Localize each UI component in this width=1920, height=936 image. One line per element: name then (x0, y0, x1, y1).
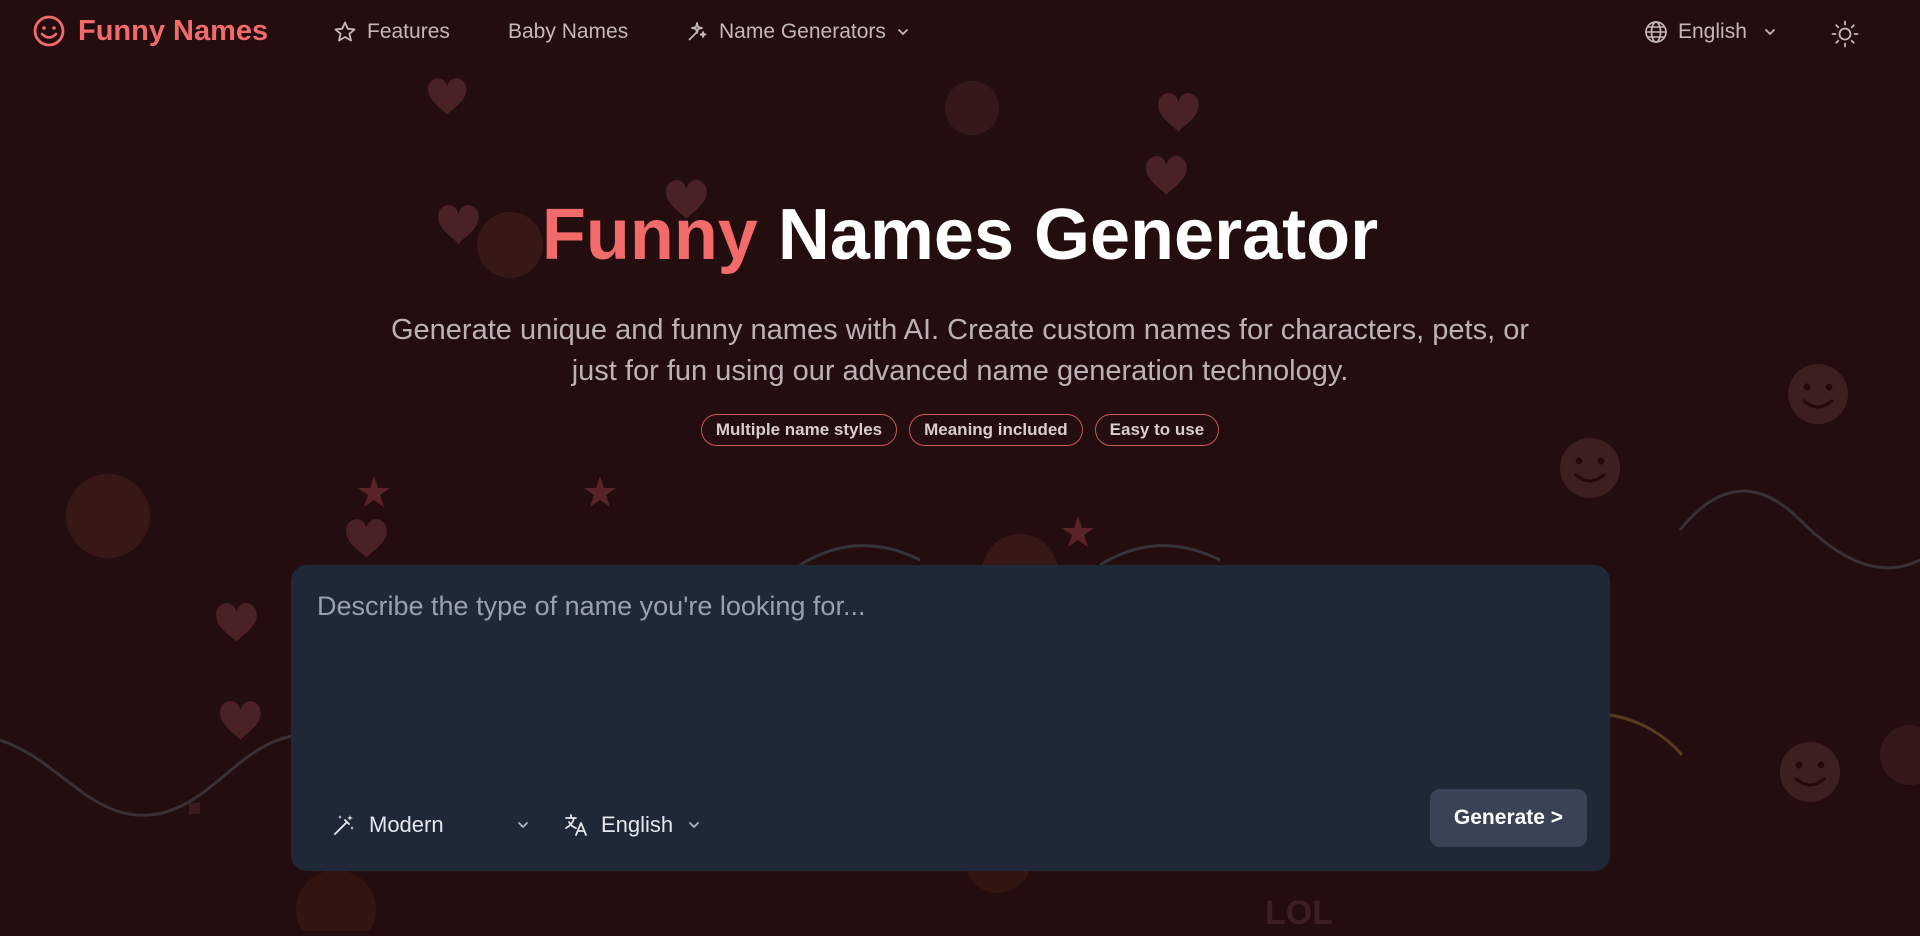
title-accent: Funny (541, 195, 758, 275)
language-selector[interactable]: English (1644, 20, 1777, 44)
feature-badge: Meaning included (909, 414, 1083, 446)
smiley-logo-icon (33, 15, 65, 47)
language-select[interactable]: English (563, 803, 701, 847)
logo-link[interactable]: Funny Names (32, 14, 268, 48)
globe-icon (1645, 21, 1667, 43)
top-nav: Funny Names Features Baby Names Name Gen… (0, 0, 1920, 68)
language-label: English (1678, 20, 1747, 43)
title-rest: Names Generator (777, 195, 1379, 275)
chevron-down-icon (689, 822, 700, 829)
feature-badges: Multiple name styles Meaning included Ea… (0, 414, 1920, 446)
name-description-input[interactable] (315, 589, 1589, 783)
chevron-down-icon (898, 29, 908, 36)
nav-features[interactable]: Features (333, 20, 450, 44)
magic-wand-icon (334, 815, 354, 835)
nav-name-generators[interactable]: Name Generators (685, 20, 910, 44)
translate-icon (565, 814, 587, 836)
hero-subtitle: Generate unique and funny names with AI.… (390, 314, 1530, 387)
theme-toggle-button[interactable] (1830, 19, 1860, 49)
feature-badge: Easy to use (1094, 414, 1220, 446)
generator-panel: Modern English Generate > (291, 565, 1610, 871)
nav-baby-names-label: Baby Names (508, 20, 629, 43)
decor-lol-text: LOL (1265, 894, 1333, 931)
feature-badge: Multiple name styles (700, 414, 898, 446)
sparkle-icon (688, 22, 707, 41)
page-title: Funny Names Generator (0, 192, 1920, 278)
nav-baby-names[interactable]: Baby Names (508, 20, 628, 44)
nav-name-generators-label: Name Generators (719, 20, 886, 43)
style-select-value: Modern (369, 812, 444, 837)
nav-features-label: Features (367, 20, 450, 43)
chevron-down-icon (517, 822, 528, 829)
generate-button[interactable]: Generate > (1430, 789, 1587, 847)
chevron-down-icon (1764, 29, 1775, 36)
sun-icon (1831, 20, 1859, 48)
style-select[interactable]: Modern (331, 803, 530, 847)
star-icon (334, 21, 356, 42)
logo-text: Funny Names (78, 14, 269, 47)
language-select-value: English (601, 812, 674, 837)
